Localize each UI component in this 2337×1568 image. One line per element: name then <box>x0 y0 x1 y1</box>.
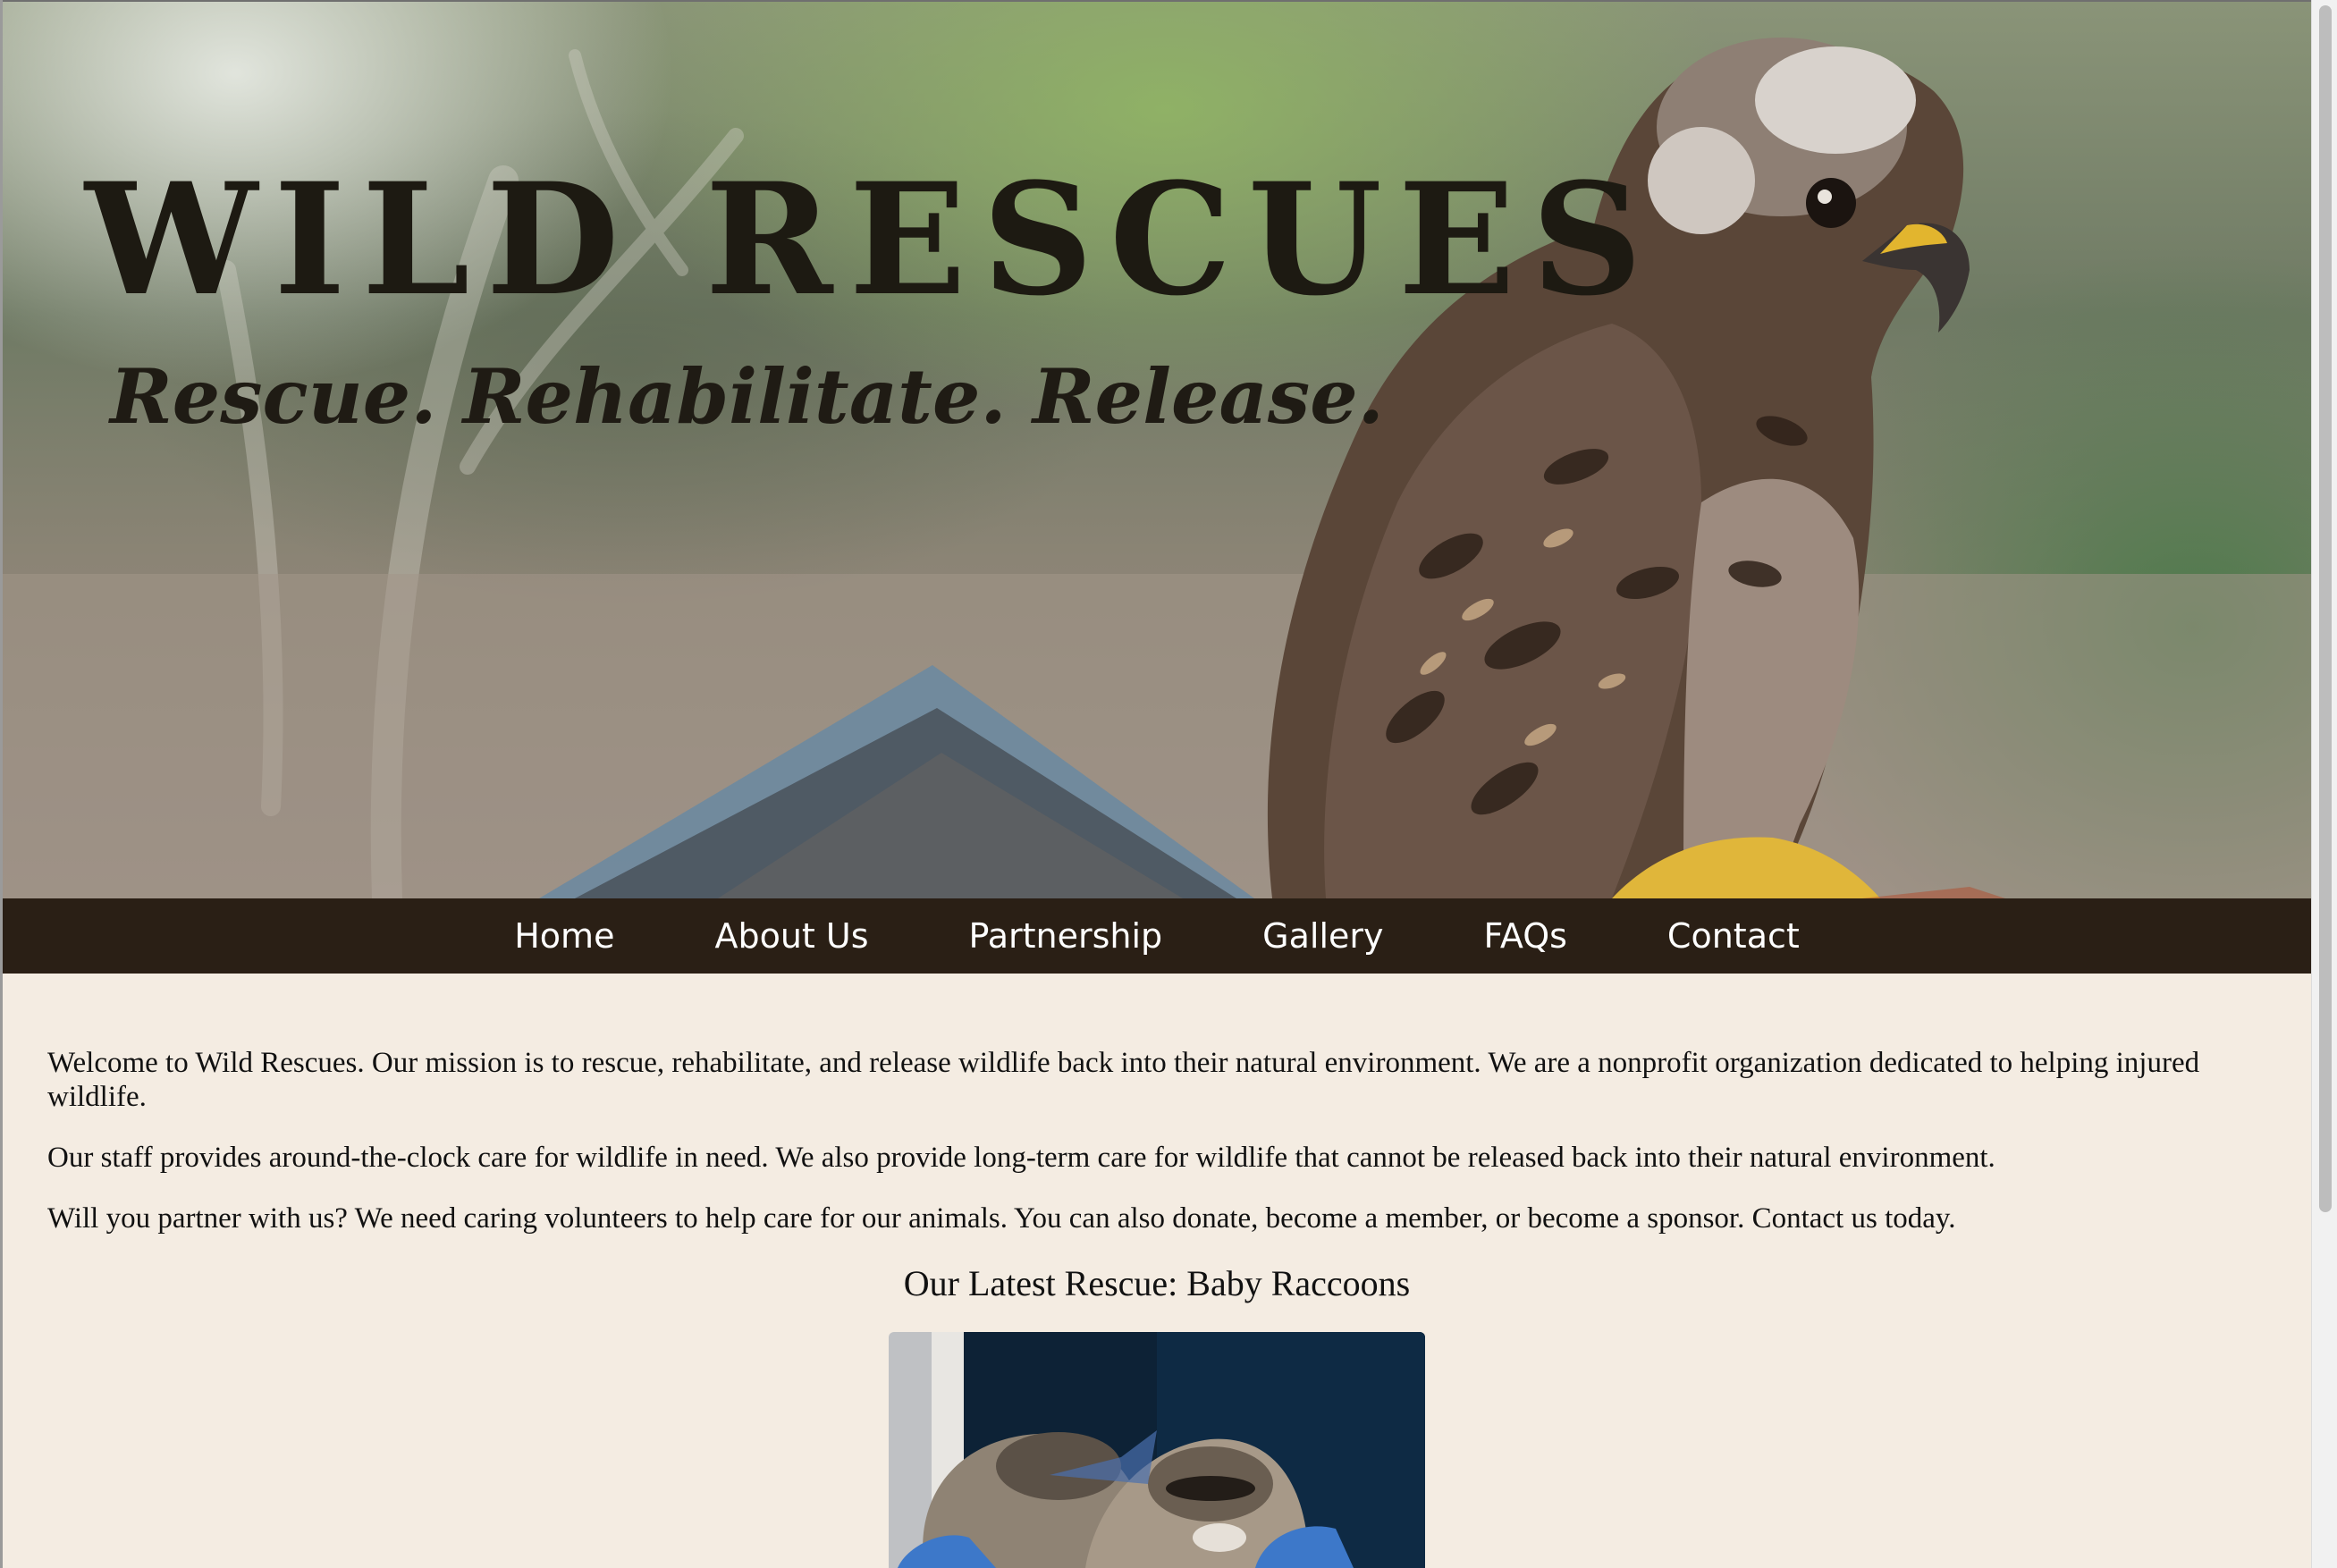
nav-link-gallery[interactable]: Gallery <box>1262 916 1383 956</box>
nav-link-about-us[interactable]: About Us <box>714 916 868 956</box>
nav-link-contact[interactable]: Contact <box>1667 916 1800 956</box>
nav-link-partnership[interactable]: Partnership <box>969 916 1163 956</box>
scrollbar-thumb[interactable] <box>2319 5 2332 1212</box>
staff-paragraph: Our staff provides around-the-clock care… <box>47 1142 1995 1174</box>
latest-rescue-heading: Our Latest Rescue: Baby Raccoons <box>903 1263 1411 1303</box>
hero-background-image <box>3 38 2311 898</box>
intro-paragraph: Welcome to Wild Rescues. Our mission is … <box>47 1047 2200 1113</box>
site-tagline: Rescue. Rehabilitate. Release. <box>110 352 1384 441</box>
partner-paragraph: Will you partner with us? We need caring… <box>47 1202 1956 1235</box>
nav-link-home[interactable]: Home <box>514 916 614 956</box>
hero-banner: WILD RESCUES Rescue. Rehabilitate. Relea… <box>3 2 2311 898</box>
main-navigation: Home About Us Partnership Gallery FAQs C… <box>3 898 2311 974</box>
page-scrollbar[interactable] <box>2311 0 2337 1568</box>
site-title: WILD RESCUES <box>85 148 1659 330</box>
nav-link-faqs[interactable]: FAQs <box>1484 916 1567 956</box>
baby-raccoons-photo <box>889 1332 1425 1568</box>
